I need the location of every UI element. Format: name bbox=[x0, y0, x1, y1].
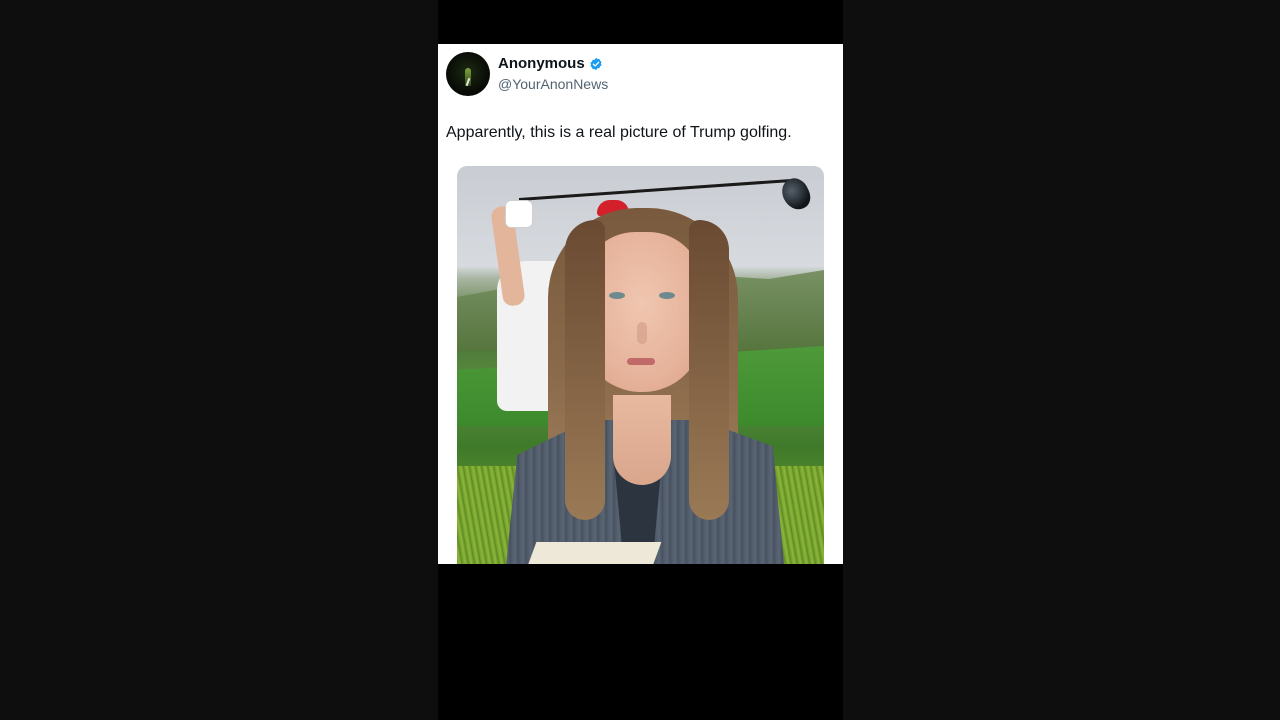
author-names: Anonymous @YourAnonNews bbox=[498, 55, 608, 93]
vertical-video-frame[interactable]: Anonymous @YourAnonNews Apparently, this… bbox=[438, 0, 843, 720]
hair-front-left bbox=[565, 220, 605, 520]
author-avatar bbox=[446, 52, 490, 96]
tweet-media-image[interactable] bbox=[457, 166, 824, 564]
video-player: Anonymous @YourAnonNews Apparently, this… bbox=[0, 0, 1280, 720]
hair-front-right bbox=[689, 220, 729, 520]
tweet-card: Anonymous @YourAnonNews Apparently, this… bbox=[438, 44, 843, 564]
author-handle: @YourAnonNews bbox=[498, 76, 609, 92]
bottom-paper-strip bbox=[527, 542, 662, 564]
nose bbox=[637, 322, 647, 344]
right-eye bbox=[659, 292, 675, 299]
tweet-header: Anonymous @YourAnonNews bbox=[446, 52, 608, 96]
verified-badge-icon bbox=[590, 57, 602, 71]
left-eye bbox=[609, 292, 625, 299]
tweet-text: Apparently, this is a real picture of Tr… bbox=[446, 124, 792, 141]
neck bbox=[613, 395, 671, 485]
name-row: Anonymous bbox=[498, 55, 608, 73]
author-display-name: Anonymous bbox=[498, 55, 585, 72]
golf-club-shaft bbox=[518, 178, 794, 201]
person-overlay bbox=[503, 208, 787, 564]
mouth bbox=[627, 358, 655, 365]
